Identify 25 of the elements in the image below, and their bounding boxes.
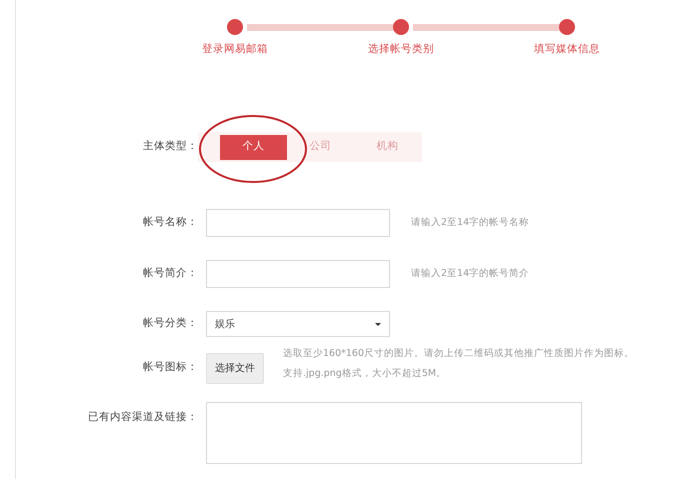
type-option[interactable]: 机构 bbox=[354, 134, 421, 160]
hint-text: 请输入2至14字的帐号简介 bbox=[411, 266, 530, 281]
hint-text: 请输入2至14字的帐号名称 bbox=[411, 216, 530, 230]
field-label: 帐号图标： bbox=[142, 360, 199, 376]
hint-text: 支持.jpg.png格式，大小不超过5M。 bbox=[283, 367, 448, 381]
step-label: 选择帐号类别 bbox=[368, 42, 434, 57]
hint-text: 选取至少160*160尺寸的图片。请勿上传二维码或其他推广性质图片作为图标。 bbox=[283, 347, 634, 361]
caret-icon bbox=[375, 322, 381, 326]
step-label: 登录网易邮箱 bbox=[202, 42, 268, 57]
field-label: 帐号名称： bbox=[142, 215, 199, 230]
type-option[interactable]: 公司 bbox=[287, 134, 354, 160]
field-label: 帐号简介： bbox=[142, 266, 199, 282]
field-label: 已有内容渠道及链接： bbox=[87, 410, 199, 425]
step-dot bbox=[559, 19, 575, 35]
type-option[interactable]: 个人 bbox=[220, 134, 287, 160]
field-label: 主体类型： bbox=[142, 139, 199, 154]
step-dot bbox=[227, 19, 243, 35]
step-dot bbox=[393, 19, 409, 35]
step-label: 填写媒体信息 bbox=[534, 42, 600, 57]
category-select[interactable]: 娱乐 bbox=[206, 311, 390, 337]
choose-file-button[interactable]: 选择文件 bbox=[206, 352, 264, 384]
field-label: 帐号分类： bbox=[142, 316, 199, 332]
text-area[interactable] bbox=[206, 402, 582, 464]
text-field[interactable] bbox=[206, 209, 390, 237]
text-field[interactable] bbox=[206, 260, 390, 288]
